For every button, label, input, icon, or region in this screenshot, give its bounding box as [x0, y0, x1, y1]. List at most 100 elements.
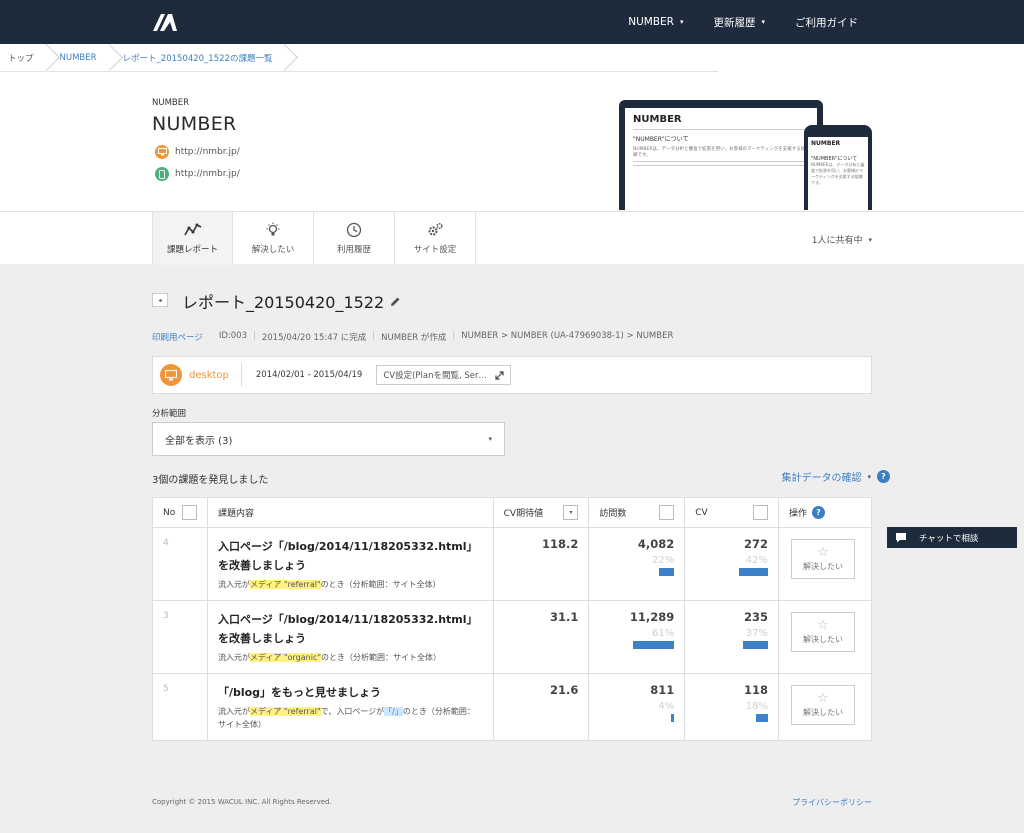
chevron-left-icon: ◂ — [158, 296, 162, 304]
issue-condition-middle: で、入口ページが — [320, 707, 385, 716]
col-header-cv-expected-label: CV期待値 — [503, 509, 544, 519]
row-no: 3 — [152, 600, 208, 674]
cv-cell: 235 37% — [684, 600, 779, 674]
issue-condition-highlight: メディア "organic" — [249, 653, 322, 662]
analysis-range-label: 分析範囲 — [152, 409, 187, 419]
brand-logo[interactable] — [152, 12, 178, 32]
desktop-icon — [160, 364, 182, 386]
action-cell: ☆ 解決したい — [777, 600, 873, 674]
issue-content-cell: 入口ページ「/blog/2014/11/18205332.html」を改善しまし… — [206, 600, 494, 674]
issue-condition-suffix: のとき（分析範囲：サイト全体） — [321, 653, 442, 662]
want-to-solve-button[interactable]: ☆ 解決したい — [790, 685, 855, 725]
pencil-edit-icon[interactable] — [390, 296, 401, 307]
tab-site-settings-label: サイト設定 — [413, 245, 457, 255]
laptop-preview: NUMBER "NUMBER"について NUMBERは、データ分析と審査で拡張を… — [619, 100, 823, 210]
col-header-content: 課題内容 — [206, 497, 494, 528]
sort-desc-icon[interactable]: ▾ — [563, 505, 579, 520]
mobile-url-row: http://nmbr.jp/ — [155, 167, 240, 181]
issue-condition: 流入元がメディア "organic"のとき（分析範囲：サイト全体） — [218, 651, 483, 664]
cv-value: 118 — [743, 683, 768, 697]
visits-cell: 4,082 22% — [588, 527, 686, 601]
report-title-text: レポート_20150420_1522 — [182, 293, 385, 312]
cv-expected-cell: 21.6 — [492, 673, 590, 741]
breadcrumb-site[interactable]: NUMBER — [52, 44, 115, 72]
col-header-no-label: No — [163, 507, 176, 518]
share-status-dropdown[interactable]: 1人に共有中 ▾ — [812, 233, 872, 247]
analysis-range-value: 全部を表示 (3) — [165, 435, 233, 447]
phone-preview-title: NUMBER — [811, 140, 841, 147]
issues-table: No 課題内容 CV期待値 ▾ 訪問数 CV 操作? 4 入口ページ「/blog/… — [152, 497, 873, 741]
visits-value: 811 — [650, 683, 675, 697]
chat-consult-button[interactable]: チャットで相談 — [887, 527, 1017, 548]
meta-separator: | — [372, 331, 376, 341]
device-label: desktop — [189, 369, 229, 381]
col-header-visits: 訪問数 — [588, 497, 686, 528]
issue-condition-highlight: メディア "referral" — [249, 580, 321, 589]
nav-number-menu[interactable]: NUMBER ▾ — [628, 16, 683, 28]
cv-expected-value: 31.1 — [550, 610, 579, 624]
row-no: 5 — [152, 673, 208, 741]
col-header-cv: CV — [684, 497, 779, 528]
visits-bar — [633, 641, 675, 649]
issue-content-cell: 「/blog」をもっと見せましょう 流入元がメディア "referral"で、入… — [206, 673, 494, 741]
cv-bar — [742, 641, 768, 649]
issue-title[interactable]: 入口ページ「/blog/2014/11/18205332.html」を改善しまし… — [218, 537, 483, 575]
tab-want-to-solve[interactable]: 解決したい — [233, 212, 314, 265]
phone-preview-heading: "NUMBER"について — [811, 156, 858, 162]
tab-usage-history-label: 利用履歴 — [336, 245, 371, 255]
breadcrumb-report[interactable]: レポート_20150420_1522の課題一覧 — [115, 44, 291, 72]
issue-content-cell: 入口ページ「/blog/2014/11/18205332.html」を改善しまし… — [206, 527, 494, 601]
checkbox[interactable] — [752, 505, 768, 520]
breadcrumb: トップ NUMBER レポート_20150420_1522の課題一覧 — [0, 44, 718, 72]
table-row: 3 入口ページ「/blog/2014/11/18205332.html」を改善し… — [152, 600, 873, 674]
tab-site-settings[interactable]: サイト設定 — [395, 212, 476, 265]
issue-condition-prefix: 流入元が — [217, 707, 250, 716]
visits-percent: 61% — [652, 628, 675, 639]
cv-percent: 37% — [745, 628, 768, 639]
checkbox[interactable] — [181, 505, 197, 520]
tab-issue-report[interactable]: 課題レポート — [152, 212, 233, 265]
nav-update-history-label: 更新履歴 — [713, 16, 756, 29]
analysis-range-select[interactable]: 全部を表示 (3) ▾ — [152, 422, 505, 456]
meta-separator: | — [252, 331, 256, 341]
nav-update-history-menu[interactable]: 更新履歴 ▾ — [713, 15, 765, 30]
row-no: 4 — [152, 527, 208, 601]
help-icon[interactable]: ? — [877, 470, 890, 483]
chevron-down-icon: ▾ — [867, 472, 871, 481]
issue-title[interactable]: 入口ページ「/blog/2014/11/18205332.html」を改善しまし… — [218, 610, 483, 648]
laptop-preview-heading: "NUMBER"について — [633, 136, 689, 143]
print-page-link[interactable]: 印刷用ページ — [152, 331, 203, 343]
help-icon[interactable]: ? — [812, 506, 825, 519]
confirm-aggregate-data-label: 集計データの確認 — [781, 473, 862, 484]
breadcrumb-site-label: NUMBER — [59, 52, 97, 63]
chevron-down-icon: ▾ — [761, 18, 765, 26]
issue-title[interactable]: 「/blog」をもっと見せましょう — [218, 683, 483, 702]
star-icon: ☆ — [817, 618, 829, 633]
report-meta: 印刷用ページ ID:003 | 2015/04/20 15:47 に完成 | N… — [152, 331, 673, 343]
nav-guide-link[interactable]: ご利用ガイド — [795, 15, 858, 30]
mobile-url[interactable]: http://nmbr.jp/ — [175, 169, 240, 179]
visits-percent: 4% — [658, 701, 675, 712]
privacy-policy-link[interactable]: プライバシーポリシー — [792, 797, 872, 808]
action-cell: ☆ 解決したい — [777, 673, 873, 741]
want-to-solve-button[interactable]: ☆ 解決したい — [790, 539, 855, 579]
checkbox[interactable] — [659, 505, 675, 520]
col-header-cv-label: CV — [695, 507, 708, 518]
collapse-arrow-button[interactable]: ◂ — [152, 293, 168, 307]
want-to-solve-button[interactable]: ☆ 解決したい — [790, 612, 855, 652]
breadcrumb-top-label: トップ — [8, 53, 34, 64]
breadcrumb-top[interactable]: トップ — [0, 44, 52, 72]
confirm-aggregate-data-link[interactable]: 集計データの確認 ▾ ? — [781, 469, 890, 484]
tab-usage-history[interactable]: 利用履歴 — [314, 212, 395, 265]
site-title: NUMBER — [152, 113, 237, 135]
col-header-action: 操作? — [777, 497, 873, 528]
date-range: 2014/02/01 - 2015/04/19 — [255, 370, 363, 380]
desktop-url[interactable]: http://nmbr.jp/ — [175, 147, 240, 157]
phone-preview-text: NUMBERは、データ分析と審査で拡張を用い、お客様のマーケティングを支援する組… — [811, 162, 865, 185]
chevron-down-icon: ▾ — [679, 18, 684, 26]
cv-expected-value: 21.6 — [550, 683, 579, 697]
cv-setting-box[interactable]: CV設定(Planを閲覧, Ser… — [376, 365, 512, 385]
chart-icon — [183, 223, 201, 236]
chevron-down-icon: ▾ — [868, 235, 872, 244]
star-icon: ☆ — [817, 691, 829, 706]
